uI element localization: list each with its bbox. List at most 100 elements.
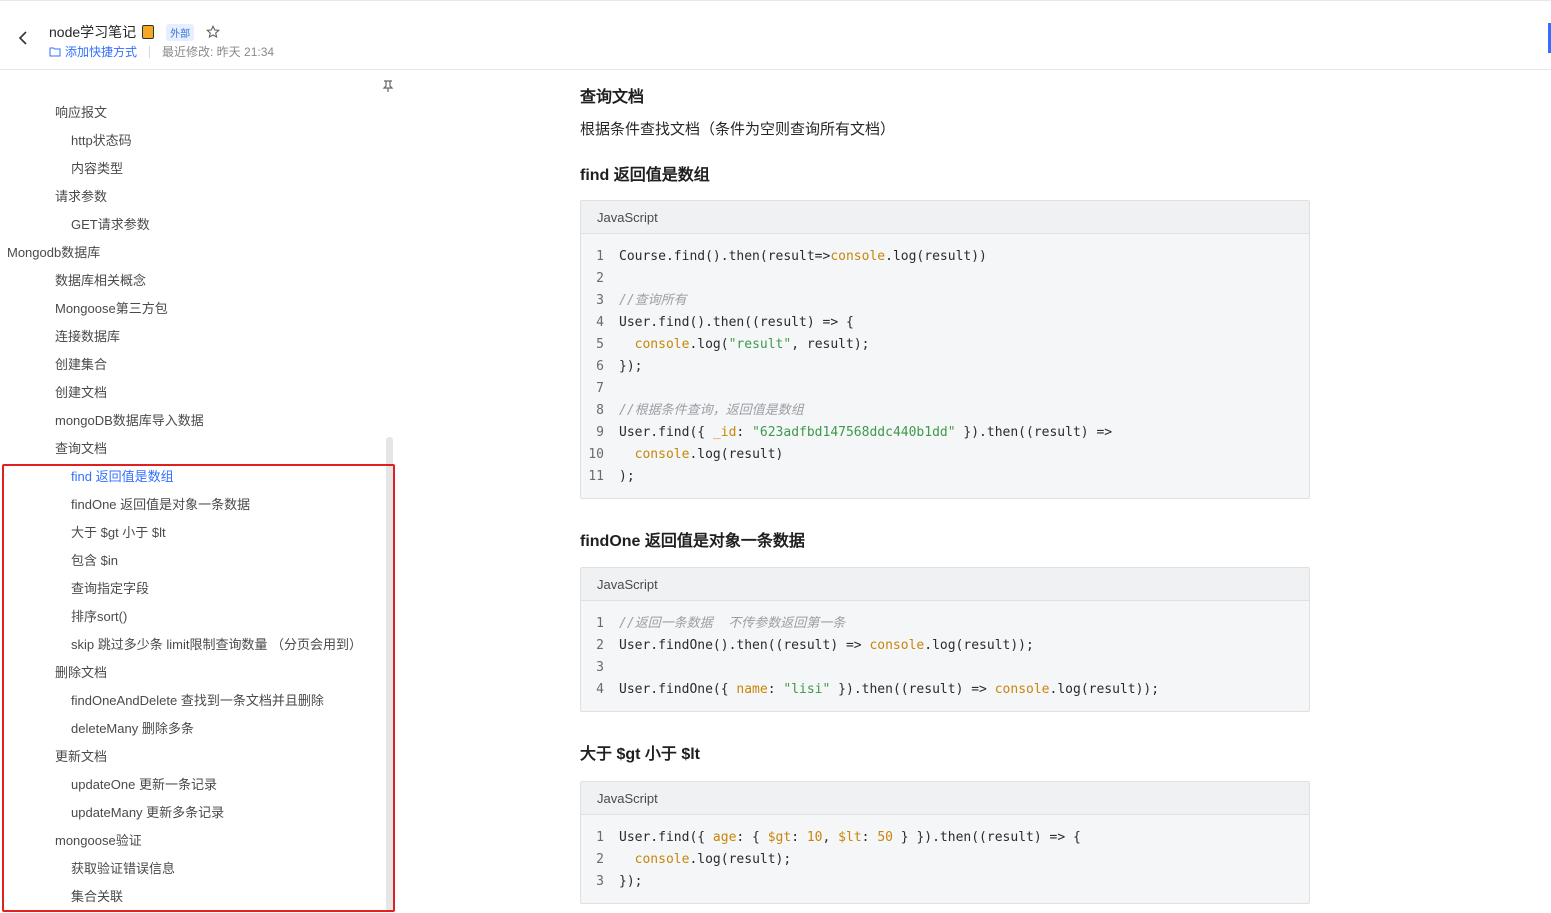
toc-item[interactable]: 查询指定字段 [71, 580, 149, 598]
section-description: 根据条件查找文档（条件为空则查询所有文档） [580, 121, 896, 138]
doc-title: node学习笔记 [49, 24, 137, 40]
toc-item[interactable]: find 返回值是数组 [71, 468, 174, 486]
toc-item[interactable]: Mongoose第三方包 [55, 300, 168, 318]
toc-item[interactable]: mongoDB数据库导入数据 [55, 412, 204, 430]
line-number: 7 [596, 381, 604, 396]
line-number: 1 [596, 249, 604, 264]
toc-item[interactable]: 响应报文 [55, 104, 107, 122]
toc-item[interactable]: findOne 返回值是对象一条数据 [71, 496, 250, 514]
code-block[interactable]: JavaScript 1 User.find({ age: { $gt: 10, $… [580, 781, 1310, 904]
toc-item[interactable]: 创建文档 [55, 384, 107, 402]
line-number: 3 [596, 874, 604, 889]
toc-item[interactable]: findOneAndDelete 查找到一条文档并且删除 [71, 692, 324, 710]
code-line: 1 //返回一条数据 不传参数返回第一条 [581, 613, 1309, 635]
folder-icon [49, 47, 61, 57]
line-number: 2 [596, 271, 604, 286]
toc-item[interactable]: 删除文档 [55, 664, 107, 682]
toc-item[interactable]: 更新文档 [55, 748, 107, 766]
code-line: 6}); [581, 356, 1309, 378]
toc-item[interactable]: 获取验证错误信息 [71, 860, 175, 878]
code-body: 1 Course.find().then(result=>console.log(… [581, 234, 1309, 498]
code-text: //根据条件查询，返回值是数组 [619, 403, 804, 418]
line-number: 3 [596, 293, 604, 308]
code-text: }); [619, 874, 643, 889]
toc-item[interactable]: GET请求参数 [71, 216, 150, 234]
toc-item[interactable]: mongoose验证 [55, 832, 142, 850]
toc-item[interactable]: 排序sort() [71, 608, 127, 626]
code-line: 4 User.find().then((result) => { [581, 312, 1309, 334]
code-line: 3 //查询所有 [581, 290, 1309, 312]
code-language-label[interactable]: JavaScript [581, 782, 1309, 815]
code-line: 7 [581, 378, 1309, 400]
toc-item[interactable]: 集合关联 [71, 888, 123, 906]
line-number: 3 [596, 660, 604, 675]
sidebar-scrollbar[interactable] [386, 437, 393, 911]
section-title: 查询文档 [580, 89, 645, 106]
code-body: 1 //返回一条数据 不传参数返回第一条 2 User.findOne().then(… [581, 601, 1309, 711]
line-number: 5 [596, 337, 604, 352]
code-text: User.find().then((result) => { [619, 315, 854, 330]
toc-item[interactable]: Mongodb数据库 [7, 244, 100, 262]
code-line: 3 [581, 657, 1309, 679]
code-text: User.findOne().then((result) => console.… [619, 638, 1034, 653]
toc-item[interactable]: deleteMany 删除多条 [71, 720, 194, 738]
toc-item[interactable]: 创建集合 [55, 356, 107, 374]
line-number: 6 [596, 359, 604, 374]
toc-item[interactable]: 大于 $gt 小于 $lt [71, 524, 166, 542]
code-text: User.find({ _id: "623adfbd147568ddc440b1… [619, 425, 1113, 440]
star-icon[interactable] [206, 25, 221, 39]
toc-item[interactable]: 请求参数 [55, 188, 107, 206]
code-text: console.log("result", result); [634, 337, 870, 352]
add-shortcut-button[interactable]: 添加快捷方式 [49, 43, 137, 60]
toc-sidebar: 响应报文 http状态码 内容类型请求参数 GET请求参数 Mongodb数据库数据库相… [0, 71, 398, 913]
code-text: console.log(result); [634, 852, 792, 867]
toc-item[interactable]: updateMany 更新多条记录 [71, 804, 224, 822]
toc-item[interactable]: 包含 $in [71, 552, 118, 570]
code-section-heading: find 返回值是数组 [580, 167, 710, 184]
line-number: 2 [596, 638, 604, 653]
code-language-label[interactable]: JavaScript [581, 201, 1309, 234]
code-language-label[interactable]: JavaScript [581, 568, 1309, 601]
last-modified: 最近修改: 昨天 21:34 [162, 45, 275, 59]
code-line: 11); [581, 466, 1309, 488]
line-number: 10 [588, 447, 604, 462]
toc-item[interactable]: http状态码 [71, 132, 132, 150]
code-line: 8 //根据条件查询，返回值是数组 [581, 400, 1309, 422]
code-section-heading: 大于 $gt 小于 $lt [580, 746, 701, 763]
code-text: ); [619, 469, 635, 484]
line-number: 1 [596, 830, 604, 845]
code-line: 10 console.log(result) [581, 444, 1309, 466]
code-line: 1 Course.find().then(result=>console.log(… [581, 246, 1309, 268]
toc-item[interactable]: skip 跳过多少条 limit限制查询数量 （分页会用到） [71, 636, 362, 654]
back-arrow-icon[interactable] [14, 29, 32, 47]
code-text: //查询所有 [619, 293, 687, 308]
code-line: 2 User.findOne().then((result) => console… [581, 635, 1309, 657]
code-block[interactable]: JavaScript 1 //返回一条数据 不传参数返回第一条 2 User.findO… [580, 567, 1310, 712]
code-line: 1 User.find({ age: { $gt: 10, $lt: 50 } }… [581, 827, 1309, 849]
code-text: User.findOne({ name: "lisi" }).then((res… [619, 682, 1160, 697]
doc-header: node学习笔记 外部 添加快捷方式 最近修改: 昨天 21:34 [0, 0, 1551, 70]
code-text: }); [619, 359, 643, 374]
line-number: 2 [596, 852, 604, 867]
add-shortcut-label: 添加快捷方式 [65, 45, 138, 59]
line-number: 11 [588, 469, 604, 484]
line-number: 9 [596, 425, 604, 440]
toc-item[interactable]: 数据库相关概念 [55, 272, 146, 290]
code-block[interactable]: JavaScript 1 Course.find().then(result=>co… [580, 200, 1310, 499]
title-emoji-icon [142, 25, 155, 39]
code-line: 9 User.find({ _id: "623adfbd147568ddc440b… [581, 422, 1309, 444]
doc-meta-row: 添加快捷方式 最近修改: 昨天 21:34 [49, 43, 274, 60]
toc-item[interactable]: 查询文档 [55, 440, 107, 458]
toc-item[interactable]: updateOne 更新一条记录 [71, 776, 217, 794]
pin-icon[interactable] [381, 79, 395, 93]
code-line: 3}); [581, 871, 1309, 893]
code-text: User.find({ age: { $gt: 10, $lt: 50 } })… [619, 830, 1081, 845]
code-body: 1 User.find({ age: { $gt: 10, $lt: 50 } }… [581, 815, 1309, 903]
external-badge: 外部 [166, 23, 195, 41]
code-text: //返回一条数据 不传参数返回第一条 [619, 616, 846, 631]
toc-item[interactable]: 连接数据库 [55, 328, 120, 346]
toc-item[interactable]: 内容类型 [71, 160, 123, 178]
line-number: 1 [596, 616, 604, 631]
code-line: 5 console.log("result", result); [581, 334, 1309, 356]
line-number: 8 [596, 403, 604, 418]
